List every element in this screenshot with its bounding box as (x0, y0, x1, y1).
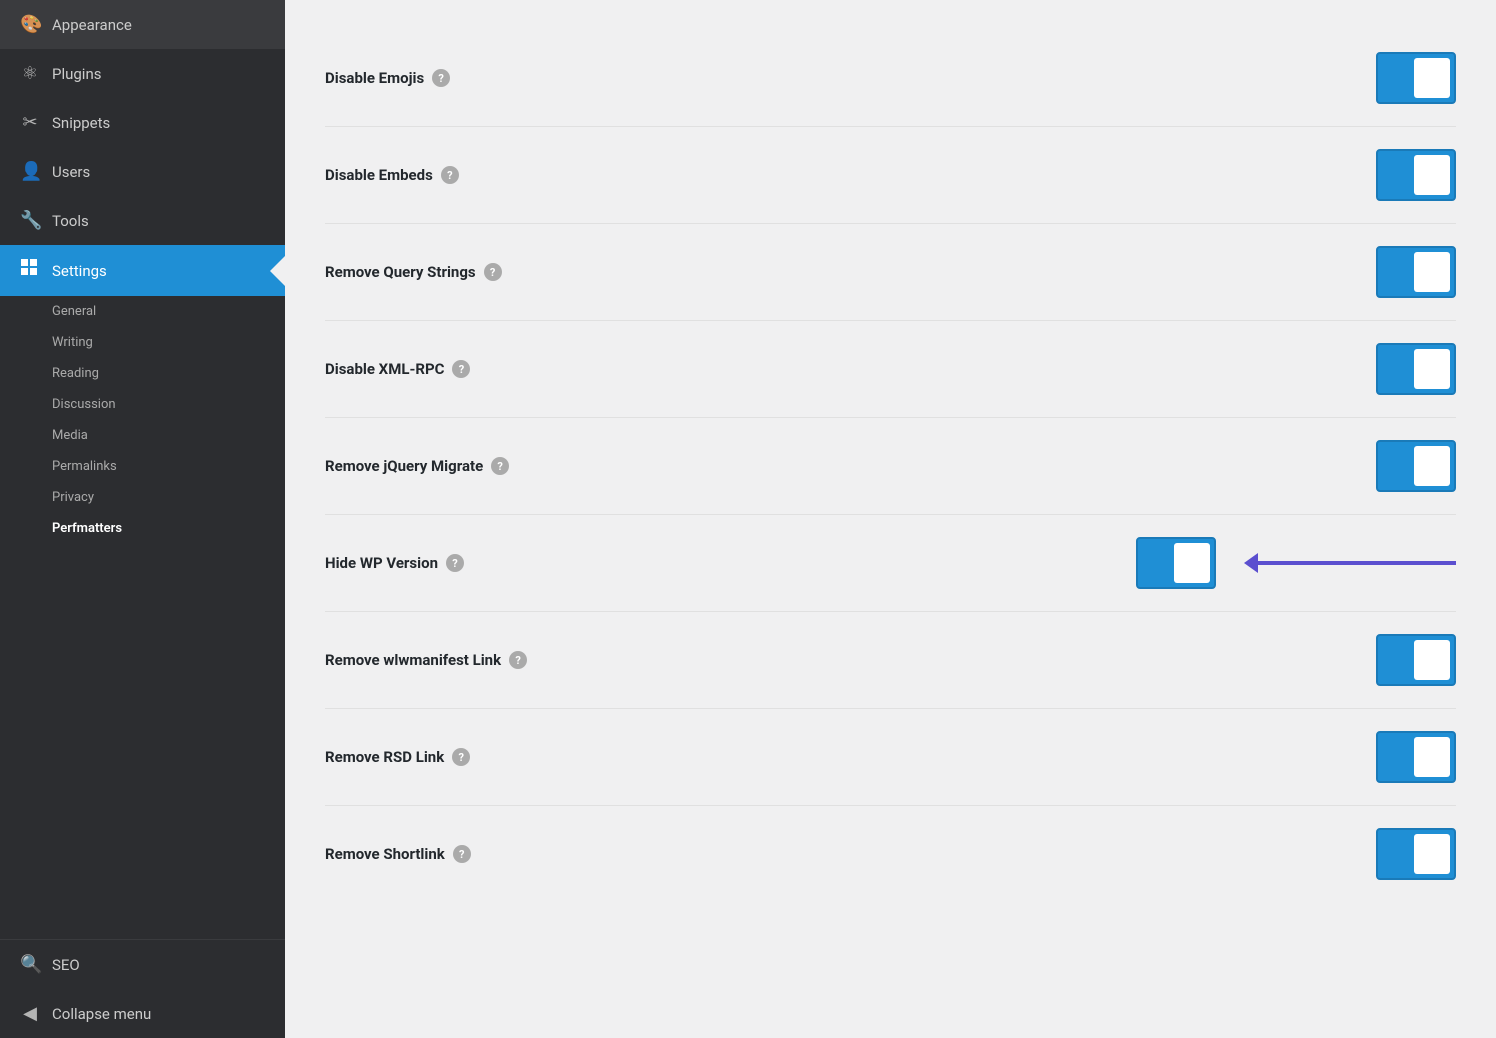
sidebar-nav-item-snippets[interactable]: ✂ Snippets (0, 98, 285, 147)
toggle-disable-xml-rpc[interactable] (1376, 343, 1456, 395)
sidebar-item-label-settings: Settings (52, 262, 107, 280)
sidebar-sub-item-perfmatters[interactable]: Perfmatters (0, 513, 285, 544)
settings-label-disable-xml-rpc: Disable XML-RPC? (325, 360, 1356, 378)
settings-label-remove-rsd-link: Remove RSD Link? (325, 748, 1356, 766)
settings-row-disable-emojis: Disable Emojis? (325, 30, 1456, 127)
toggle-disable-embeds[interactable] (1376, 149, 1456, 201)
toggle-remove-jquery-migrate[interactable] (1376, 440, 1456, 492)
sidebar-item-label-collapse: Collapse menu (52, 1005, 151, 1023)
toggle-wrap-disable-xml-rpc (1376, 343, 1456, 395)
help-icon-disable-xml-rpc[interactable]: ? (452, 360, 470, 378)
settings-row-disable-xml-rpc: Disable XML-RPC? (325, 321, 1456, 418)
settings-row-remove-shortlink: Remove Shortlink? (325, 806, 1456, 902)
sidebar-nav-item-settings[interactable]: Settings (0, 245, 285, 296)
label-text-disable-xml-rpc: Disable XML-RPC (325, 360, 444, 378)
toggle-wrap-remove-shortlink (1376, 828, 1456, 880)
toggle-remove-shortlink[interactable] (1376, 828, 1456, 880)
arrow-line (1256, 561, 1456, 565)
help-icon-remove-query-strings[interactable]: ? (484, 263, 502, 281)
sidebar-item-label-appearance: Appearance (52, 16, 132, 34)
settings-label-disable-emojis: Disable Emojis? (325, 69, 1356, 87)
sidebar-sub-item-writing[interactable]: Writing (0, 327, 285, 358)
sidebar-sub-item-privacy[interactable]: Privacy (0, 482, 285, 513)
sidebar-sub-item-media[interactable]: Media (0, 420, 285, 451)
toggle-knob-disable-embeds (1414, 155, 1450, 195)
settings-icon (20, 259, 40, 282)
label-text-remove-wlwmanifest: Remove wlwmanifest Link (325, 651, 501, 669)
label-text-disable-embeds: Disable Embeds (325, 166, 433, 184)
toggle-wrap-disable-emojis (1376, 52, 1456, 104)
label-text-remove-rsd-link: Remove RSD Link (325, 748, 444, 766)
sidebar-sub-item-discussion[interactable]: Discussion (0, 389, 285, 420)
toggle-knob-remove-query-strings (1414, 252, 1450, 292)
settings-label-hide-wp-version: Hide WP Version? (325, 554, 1116, 572)
users-icon: 👤 (20, 161, 40, 182)
toggle-knob-remove-jquery-migrate (1414, 446, 1450, 486)
sidebar-sub-item-reading[interactable]: Reading (0, 358, 285, 389)
toggle-knob-remove-wlwmanifest (1414, 640, 1450, 680)
label-text-remove-query-strings: Remove Query Strings (325, 263, 476, 281)
toggle-knob-disable-xml-rpc (1414, 349, 1450, 389)
toggle-knob-hide-wp-version (1174, 543, 1210, 583)
settings-row-remove-wlwmanifest: Remove wlwmanifest Link? (325, 612, 1456, 709)
sidebar-item-label-seo: SEO (52, 956, 80, 974)
toggle-knob-remove-shortlink (1414, 834, 1450, 874)
collapse-icon: ◀ (20, 1003, 40, 1024)
sidebar-item-label-tools: Tools (52, 212, 89, 230)
toggle-remove-wlwmanifest[interactable] (1376, 634, 1456, 686)
sidebar-item-label-plugins: Plugins (52, 65, 101, 83)
toggle-wrap-remove-wlwmanifest (1376, 634, 1456, 686)
sidebar-item-label-snippets: Snippets (52, 114, 110, 132)
sidebar-item-label-users: Users (52, 163, 90, 181)
sidebar-nav-item-seo[interactable]: 🔍 SEO (0, 940, 285, 989)
sidebar-nav-item-users[interactable]: 👤 Users (0, 147, 285, 196)
help-icon-disable-embeds[interactable]: ? (441, 166, 459, 184)
tools-icon: 🔧 (20, 210, 40, 231)
sidebar: 🎨 Appearance ⚛ Plugins ✂ Snippets 👤 Users 🔧 Tools… (0, 0, 285, 1038)
settings-label-remove-shortlink: Remove Shortlink? (325, 845, 1356, 863)
sidebar-sub-item-general[interactable]: General (0, 296, 285, 327)
label-text-remove-jquery-migrate: Remove jQuery Migrate (325, 457, 483, 475)
label-text-remove-shortlink: Remove Shortlink (325, 845, 445, 863)
toggle-wrap-remove-query-strings (1376, 246, 1456, 298)
help-icon-remove-jquery-migrate[interactable]: ? (491, 457, 509, 475)
sidebar-nav-item-collapse[interactable]: ◀ Collapse menu (0, 989, 285, 1038)
toggle-wrap-remove-jquery-migrate (1376, 440, 1456, 492)
settings-label-disable-embeds: Disable Embeds? (325, 166, 1356, 184)
help-icon-remove-rsd-link[interactable]: ? (452, 748, 470, 766)
toggle-remove-query-strings[interactable] (1376, 246, 1456, 298)
settings-label-remove-jquery-migrate: Remove jQuery Migrate? (325, 457, 1356, 475)
settings-row-remove-query-strings: Remove Query Strings? (325, 224, 1456, 321)
settings-label-remove-wlwmanifest: Remove wlwmanifest Link? (325, 651, 1356, 669)
main-content: Disable Emojis?Disable Embeds?Remove Que… (285, 0, 1496, 1038)
sidebar-sub-item-permalinks[interactable]: Permalinks (0, 451, 285, 482)
toggle-wrap-disable-embeds (1376, 149, 1456, 201)
sidebar-nav-item-appearance[interactable]: 🎨 Appearance (0, 0, 285, 49)
settings-row-remove-rsd-link: Remove RSD Link? (325, 709, 1456, 806)
plugins-icon: ⚛ (20, 63, 40, 84)
settings-row-remove-jquery-migrate: Remove jQuery Migrate? (325, 418, 1456, 515)
appearance-icon: 🎨 (20, 14, 40, 35)
arrow-annotation (1256, 561, 1456, 565)
help-icon-remove-wlwmanifest[interactable]: ? (509, 651, 527, 669)
help-icon-disable-emojis[interactable]: ? (432, 69, 450, 87)
snippets-icon: ✂ (20, 112, 40, 133)
help-icon-remove-shortlink[interactable]: ? (453, 845, 471, 863)
label-text-hide-wp-version: Hide WP Version (325, 554, 438, 572)
settings-label-remove-query-strings: Remove Query Strings? (325, 263, 1356, 281)
sidebar-nav-item-plugins[interactable]: ⚛ Plugins (0, 49, 285, 98)
sidebar-nav-item-tools[interactable]: 🔧 Tools (0, 196, 285, 245)
toggle-knob-remove-rsd-link (1414, 737, 1450, 777)
toggle-remove-rsd-link[interactable] (1376, 731, 1456, 783)
toggle-disable-emojis[interactable] (1376, 52, 1456, 104)
toggle-knob-disable-emojis (1414, 58, 1450, 98)
toggle-hide-wp-version[interactable] (1136, 537, 1216, 589)
label-text-disable-emojis: Disable Emojis (325, 69, 424, 87)
settings-row-hide-wp-version: Hide WP Version? (325, 515, 1456, 612)
toggle-wrap-hide-wp-version (1136, 537, 1216, 589)
toggle-wrap-remove-rsd-link (1376, 731, 1456, 783)
settings-row-disable-embeds: Disable Embeds? (325, 127, 1456, 224)
help-icon-hide-wp-version[interactable]: ? (446, 554, 464, 572)
seo-icon: 🔍 (20, 954, 40, 975)
